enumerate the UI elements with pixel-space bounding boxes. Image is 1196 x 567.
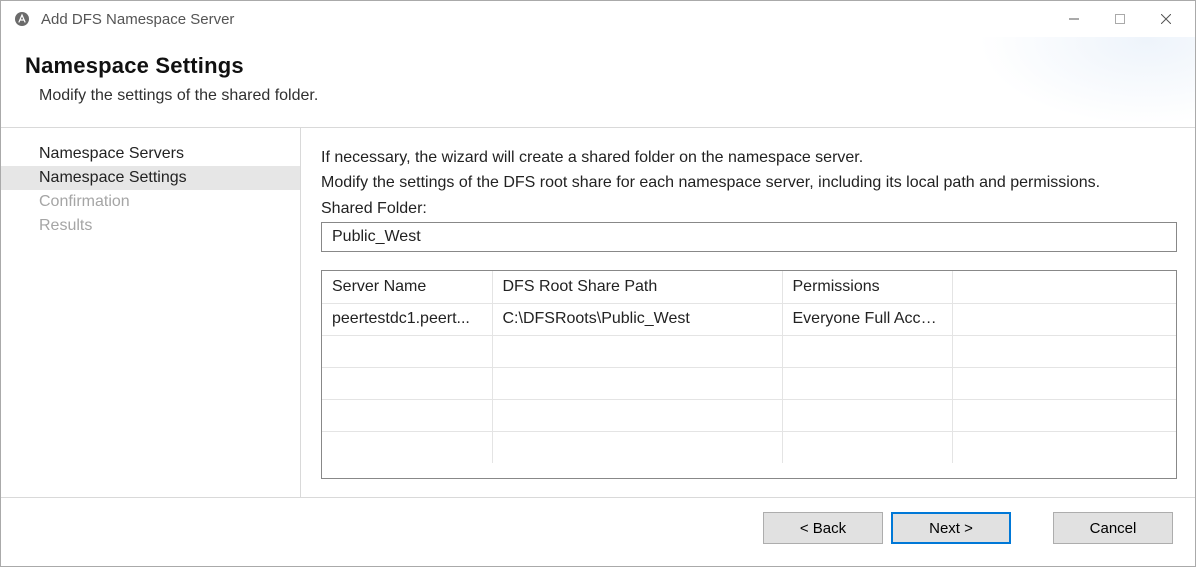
button-gap bbox=[1019, 512, 1045, 544]
sidebar-step-results: Results bbox=[1, 214, 300, 238]
col-server-name[interactable]: Server Name bbox=[322, 271, 492, 303]
instruction-line-1: If necessary, the wizard will create a s… bbox=[321, 146, 1177, 169]
instruction-line-2: Modify the settings of the DFS root shar… bbox=[321, 171, 1177, 194]
wizard-window: Add DFS Namespace Server Namespace Setti… bbox=[0, 0, 1196, 567]
table-row-empty bbox=[322, 431, 1176, 463]
maximize-button[interactable] bbox=[1097, 3, 1143, 35]
col-permissions[interactable]: Permissions bbox=[782, 271, 952, 303]
servers-table: Server Name DFS Root Share Path Permissi… bbox=[321, 270, 1177, 479]
page-title: Namespace Settings bbox=[25, 53, 1171, 79]
table-row-empty bbox=[322, 367, 1176, 399]
back-button[interactable]: < Back bbox=[763, 512, 883, 544]
table-row[interactable]: peertestdc1.peert... C:\DFSRoots\Public_… bbox=[322, 303, 1176, 335]
wizard-header: Namespace Settings Modify the settings o… bbox=[1, 37, 1195, 128]
titlebar: Add DFS Namespace Server bbox=[1, 1, 1195, 37]
sidebar-step-confirmation: Confirmation bbox=[1, 190, 300, 214]
wizard-footer: < Back Next > Cancel bbox=[1, 497, 1195, 566]
shared-folder-label: Shared Folder: bbox=[321, 200, 1177, 218]
window-title: Add DFS Namespace Server bbox=[41, 11, 1051, 28]
app-icon bbox=[13, 10, 31, 28]
shared-folder-value[interactable]: Public_West bbox=[321, 222, 1177, 252]
next-button[interactable]: Next > bbox=[891, 512, 1011, 544]
col-share-path[interactable]: DFS Root Share Path bbox=[492, 271, 782, 303]
cell-extra bbox=[952, 303, 1176, 335]
wizard-sidebar: Namespace Servers Namespace Settings Con… bbox=[1, 128, 301, 497]
sidebar-step-namespace-settings[interactable]: Namespace Settings bbox=[1, 166, 300, 190]
cell-permissions: Everyone Full Access bbox=[782, 303, 952, 335]
close-button[interactable] bbox=[1143, 3, 1189, 35]
wizard-content: If necessary, the wizard will create a s… bbox=[301, 128, 1195, 497]
cell-share-path: C:\DFSRoots\Public_West bbox=[492, 303, 782, 335]
window-controls bbox=[1051, 3, 1189, 35]
cancel-button[interactable]: Cancel bbox=[1053, 512, 1173, 544]
col-extra[interactable] bbox=[952, 271, 1176, 303]
page-subtitle: Modify the settings of the shared folder… bbox=[39, 87, 1171, 105]
table-row-empty bbox=[322, 399, 1176, 431]
sidebar-step-namespace-servers[interactable]: Namespace Servers bbox=[1, 142, 300, 166]
table-header-row: Server Name DFS Root Share Path Permissi… bbox=[322, 271, 1176, 303]
table-row-empty bbox=[322, 335, 1176, 367]
wizard-body: Namespace Servers Namespace Settings Con… bbox=[1, 128, 1195, 497]
cell-server-name: peertestdc1.peert... bbox=[322, 303, 492, 335]
minimize-button[interactable] bbox=[1051, 3, 1097, 35]
